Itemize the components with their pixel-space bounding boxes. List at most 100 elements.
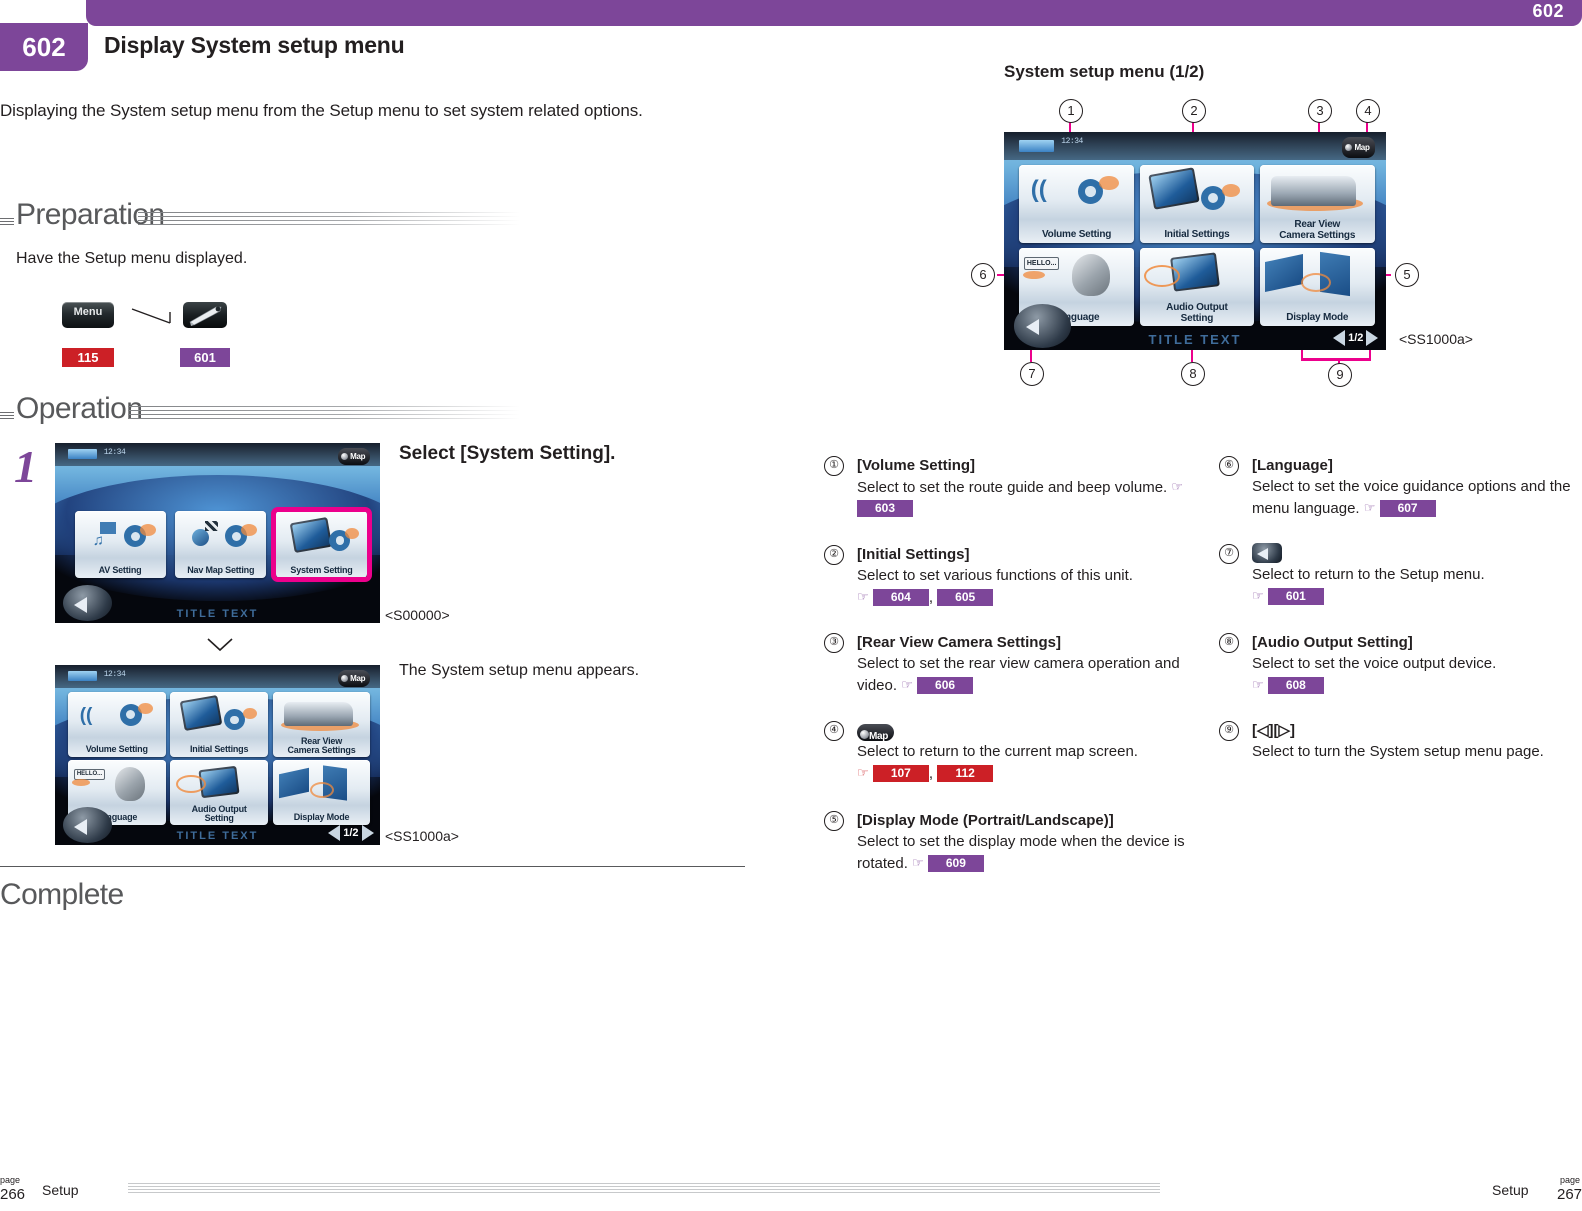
step-number: 1 [14, 441, 37, 492]
map-button-label: Map [350, 451, 366, 461]
battery-icon [1019, 139, 1054, 152]
tile-label: Display Mode [293, 812, 350, 823]
tile-initial-settings[interactable]: Initial Settings [170, 692, 268, 757]
page-ref-badge-115[interactable]: 115 [62, 348, 114, 367]
legend-body-text: Select to set the display mode when the … [857, 833, 1185, 872]
header-number-tab: 602 [0, 23, 88, 71]
page-ref-606[interactable]: 606 [917, 677, 974, 694]
back-button[interactable] [63, 807, 112, 844]
map-button[interactable]: Map [338, 447, 371, 465]
section-preparation: Preparation [0, 198, 520, 238]
legend-item-4: ④ Map Select to return to the current ma… [824, 720, 1196, 784]
page-ref-107[interactable]: 107 [872, 765, 929, 782]
tile-nav-map-setting[interactable]: Nav Map Setting [175, 511, 267, 578]
nav-map-setting-art [175, 517, 266, 556]
tile-volume-setting[interactable]: (( Volume Setting [68, 692, 166, 757]
right-panel-title: System setup menu (1/2) [1004, 62, 1205, 81]
system-setup-screenshot-large: 12:34 Map (( Volume Setting Initial Sett… [1004, 132, 1386, 350]
back-button-icon[interactable] [1252, 543, 1282, 563]
legend-body-text: Select to set the voice output device. [1252, 655, 1497, 672]
pointer-hand-icon: ☞ [1252, 588, 1264, 603]
tile-label-line2: Camera Settings [287, 744, 356, 755]
pointer-hand-icon: ☞ [857, 589, 869, 604]
tile-rear-view-camera-settings[interactable]: Rear View Camera Settings [1259, 164, 1375, 244]
car-icon [1271, 175, 1357, 206]
menu-button-label: Menu [73, 306, 103, 318]
page-ref-112[interactable]: 112 [937, 765, 994, 782]
head-icon [1071, 253, 1110, 296]
prev-page-icon[interactable] [328, 825, 341, 842]
legend-number: ⑧ [1219, 633, 1239, 653]
header-bar: 602 [86, 0, 1582, 26]
battery-icon [68, 671, 98, 682]
pointer-hand-icon: ☞ [901, 677, 913, 692]
tile-audio-output-setting[interactable]: Audio Output Setting [1139, 247, 1255, 326]
map-button[interactable]: Map [338, 669, 371, 687]
display-mode-art [273, 765, 371, 804]
legend-item-5: ⑤ [Display Mode (Portrait/Landscape)] Se… [824, 810, 1196, 874]
audio-output-art [170, 765, 268, 804]
section-marker-icon [0, 216, 14, 227]
sound-ring-icon [1144, 264, 1181, 287]
gear-icon [1081, 181, 1101, 201]
legend-body: Select to return to the current map scre… [857, 743, 1138, 782]
tile-display-mode[interactable]: Display Mode [1259, 247, 1375, 326]
tile-display-mode[interactable]: Display Mode [272, 760, 371, 826]
next-page-icon[interactable] [1366, 329, 1379, 346]
legend-title: [Language] [1252, 457, 1333, 474]
page-ref-609[interactable]: 609 [927, 855, 984, 872]
page-ref-badge-601[interactable]: 601 [180, 348, 230, 367]
tile-rear-view-camera-settings[interactable]: Rear View Camera Settings [272, 692, 371, 757]
audio-output-art [1140, 252, 1255, 300]
legend-title: [Rear View Camera Settings] [857, 634, 1061, 651]
down-arrow-icon [207, 638, 233, 652]
page-ref-607[interactable]: 607 [1379, 500, 1436, 517]
tile-audio-output-setting[interactable]: Audio Output Setting [170, 760, 268, 826]
tile-label: AV Setting [98, 564, 142, 575]
tile-label-line1: Audio Output [1166, 302, 1228, 313]
page-ref-608[interactable]: 608 [1267, 677, 1324, 694]
step-result-note: The System setup menu appears. [399, 662, 640, 679]
legend-title: [Initial Settings] [857, 546, 970, 563]
callout-9: 9 [1328, 363, 1352, 387]
sound-wave-icon: (( [1030, 176, 1047, 204]
pointer-hand-icon: ☞ [1171, 479, 1184, 494]
back-button[interactable] [63, 585, 112, 622]
page-pager[interactable]: 1/2 [328, 825, 374, 842]
legend-number: ⑨ [1219, 721, 1239, 741]
language-art: HELLO... [1019, 253, 1134, 300]
av-setting-art: ♫ [75, 517, 166, 556]
header-tab-number: 602 [22, 32, 66, 62]
page-ref-604[interactable]: 604 [872, 589, 929, 606]
footer-right-section: Setup [1492, 1182, 1529, 1198]
selection-highlight [271, 506, 372, 583]
map-icon [860, 730, 869, 739]
tile-label: Rear View Camera Settings [1260, 219, 1375, 241]
rotate-arrow-icon [1301, 272, 1332, 292]
initial-settings-art [170, 694, 268, 735]
pointer-hand-icon: ☞ [1252, 677, 1264, 692]
back-button[interactable] [1013, 304, 1071, 348]
step-instruction: Select [System Setting]. [399, 443, 616, 464]
device-icon [1148, 167, 1200, 210]
footer-rule [128, 1183, 1160, 1195]
clock-label: 12:34 [103, 447, 126, 457]
map-button-icon[interactable]: Map [857, 724, 895, 742]
footer-left-page-number: 266 [0, 1186, 26, 1203]
tile-volume-setting[interactable]: (( Volume Setting [1019, 164, 1134, 244]
legend-item-8: ⑧ [Audio Output Setting] Select to set t… [1219, 632, 1579, 696]
page-pager[interactable]: 1/2 [1333, 329, 1379, 346]
page-ref-603[interactable]: 603 [857, 500, 913, 517]
next-page-icon[interactable] [361, 825, 374, 842]
tile-initial-settings[interactable]: Initial Settings [1139, 164, 1255, 244]
page-ref-601[interactable]: 601 [1267, 588, 1324, 605]
map-button[interactable]: Map [1342, 137, 1375, 159]
device-icon [179, 694, 223, 731]
setup-menu-screenshot: 12:34 Map ♫ AV Setting Nav Map Setting S… [55, 443, 380, 623]
tile-av-setting[interactable]: ♫ AV Setting [74, 511, 166, 578]
prev-page-icon[interactable] [1333, 329, 1346, 346]
volume-setting-art: (( [1019, 171, 1134, 217]
page-ref-605[interactable]: 605 [937, 589, 994, 606]
map-icon [341, 674, 349, 682]
legend-body: Select to set the voice guidance options… [1252, 476, 1579, 519]
